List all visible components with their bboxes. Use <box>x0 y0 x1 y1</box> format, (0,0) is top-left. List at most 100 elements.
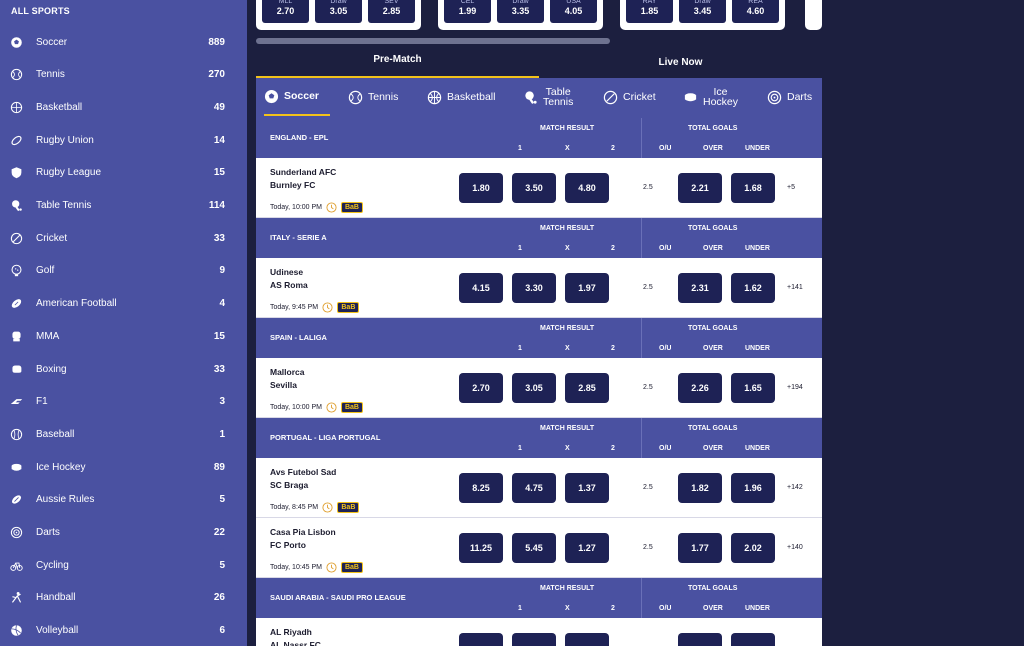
sidebar-item-label: Tennis <box>36 69 65 81</box>
odds-button-under[interactable]: 2.02 <box>731 533 775 563</box>
sport-tab-soccer[interactable]: Soccer <box>264 78 330 116</box>
odds-value: 2.85 <box>382 6 401 16</box>
golf-ball-icon <box>9 264 23 278</box>
sidebar-item-aussie-rules[interactable]: Aussie Rules 5 <box>0 484 247 516</box>
sidebar-item-basketball[interactable]: Basketball 49 <box>0 91 247 123</box>
odds-button-over[interactable]: 1.77 <box>678 533 722 563</box>
bet-builder-badge[interactable]: BaB <box>337 502 360 513</box>
odds-button-o2[interactable]: 2.85 <box>565 373 609 403</box>
sidebar-item-ice-hockey[interactable]: Ice Hockey 89 <box>0 451 247 483</box>
featured-odds-button[interactable]: Draw 3.45 <box>679 0 726 23</box>
col-1-header: 1 <box>518 145 522 152</box>
odds-button-o1[interactable] <box>459 633 503 646</box>
right-panel <box>822 0 1024 646</box>
featured-odds-button[interactable]: MLL 2.70 <box>262 0 309 23</box>
sidebar-item-cycling[interactable]: Cycling 5 <box>0 549 247 581</box>
odds-button-under[interactable]: 1.65 <box>731 373 775 403</box>
sidebar-item-baseball[interactable]: Baseball 1 <box>0 418 247 450</box>
featured-odds-button[interactable]: REA 4.60 <box>732 0 779 23</box>
odds-button-over[interactable]: 1.82 <box>678 473 722 503</box>
odds-button-ox[interactable] <box>512 633 556 646</box>
sidebar-item-mma[interactable]: MMA 15 <box>0 320 247 352</box>
sport-tab-table-tennis[interactable]: Table Tennis <box>523 78 573 116</box>
odds-button-over[interactable]: 2.31 <box>678 273 722 303</box>
odds-button-over[interactable]: 2.26 <box>678 373 722 403</box>
sport-tab-ice-hockey[interactable]: Ice Hockey <box>683 78 738 116</box>
featured-odds-button[interactable]: CEL 1.99 <box>444 0 491 23</box>
odds-button-over[interactable]: 2.21 <box>678 173 722 203</box>
odds-button-ox[interactable]: 3.30 <box>512 273 556 303</box>
odds-button-o1[interactable]: 4.15 <box>459 273 503 303</box>
sidebar-item-boxing[interactable]: Boxing 33 <box>0 353 247 385</box>
odds-button-under[interactable] <box>731 633 775 646</box>
match-row[interactable]: AL Riyadh AL Nassr FC <box>256 618 822 646</box>
odds-button-o1[interactable]: 11.25 <box>459 533 503 563</box>
sidebar-item-tennis[interactable]: Tennis 270 <box>0 59 247 91</box>
featured-odds-button[interactable]: SEV 2.85 <box>368 0 415 23</box>
odds-button-under[interactable]: 1.68 <box>731 173 775 203</box>
featured-odds-button[interactable]: USA 4.05 <box>550 0 597 23</box>
total-goals-header: TOTAL GOALS <box>688 325 738 332</box>
featured-odds-button[interactable]: Draw 3.35 <box>497 0 544 23</box>
horizontal-scrollbar[interactable] <box>256 38 610 44</box>
handball-player-icon <box>9 591 23 605</box>
sidebar-item-volleyball[interactable]: Volleyball 6 <box>0 615 247 646</box>
odds-button-under[interactable]: 1.62 <box>731 273 775 303</box>
match-row[interactable]: Avs Futebol Sad SC Braga Today, 8:45 PM BaB… <box>256 458 822 518</box>
sidebar-item-cricket[interactable]: Cricket 33 <box>0 222 247 254</box>
tab-pre-match[interactable]: Pre-Match <box>256 47 539 78</box>
sport-tab-cricket[interactable]: Cricket <box>603 78 656 116</box>
sidebar-item-handball[interactable]: Handball 26 <box>0 582 247 614</box>
sidebar-item-darts[interactable]: Darts 22 <box>0 517 247 549</box>
odds-button-o2[interactable]: 1.27 <box>565 533 609 563</box>
more-markets-link[interactable]: +140 <box>787 544 803 551</box>
more-markets-link[interactable]: +5 <box>787 184 795 191</box>
sidebar-item-f1[interactable]: F1 3 <box>0 386 247 418</box>
col-x-header: X <box>565 245 570 252</box>
odds-button-over[interactable] <box>678 633 722 646</box>
odds-button-o2[interactable]: 4.80 <box>565 173 609 203</box>
sidebar-item-table-tennis[interactable]: Table Tennis 114 <box>0 190 247 222</box>
total-goals-header: TOTAL GOALS <box>688 125 738 132</box>
match-row[interactable]: Casa Pia Lisbon FC Porto Today, 10:45 PM Ba… <box>256 518 822 578</box>
table-tennis-icon <box>525 90 537 104</box>
match-row[interactable]: Udinese AS Roma Today, 9:45 PM BaB 4.15 3.30 1… <box>256 258 822 318</box>
american-football-icon <box>9 297 23 311</box>
odds-button-ox[interactable]: 3.50 <box>512 173 556 203</box>
odds-button-ox[interactable]: 5.45 <box>512 533 556 563</box>
bet-builder-badge[interactable]: BaB <box>337 302 360 313</box>
bet-builder-badge[interactable]: BaB <box>341 562 363 573</box>
sidebar-item-label: Ice Hockey <box>36 461 86 473</box>
sidebar-item-count: 889 <box>208 36 225 48</box>
odds-button-o1[interactable]: 1.80 <box>459 173 503 203</box>
match-row[interactable]: Sunderland AFC Burnley FC Today, 10:00 PM B… <box>256 158 822 218</box>
more-markets-link[interactable]: +141 <box>787 284 803 291</box>
featured-odds-button[interactable]: Draw 3.05 <box>315 0 362 23</box>
odds-button-o2[interactable] <box>565 633 609 646</box>
featured-odds-button[interactable]: RAY 1.85 <box>626 0 673 23</box>
bet-builder-badge[interactable]: BaB <box>341 202 363 213</box>
bet-builder-badge[interactable]: BaB <box>341 402 363 413</box>
sport-tab-tennis[interactable]: Tennis <box>348 78 398 116</box>
sidebar-item-american-football[interactable]: American Football 4 <box>0 288 247 320</box>
odds-button-ox[interactable]: 4.75 <box>512 473 556 503</box>
match-row[interactable]: Mallorca Sevilla Today, 10:00 PM BaB 2.70 3.0… <box>256 358 822 418</box>
odds-button-o2[interactable]: 1.97 <box>565 273 609 303</box>
odds-button-ox[interactable]: 3.05 <box>512 373 556 403</box>
sidebar-item-soccer[interactable]: Soccer 889 <box>0 26 247 58</box>
sport-tab-darts[interactable]: Darts <box>767 78 812 116</box>
odds-button-o2[interactable]: 1.37 <box>565 473 609 503</box>
sidebar-item-rugby-league[interactable]: Rugby League 15 <box>0 157 247 189</box>
tab-live-now[interactable]: Live Now <box>539 47 822 78</box>
odds-button-o1[interactable]: 8.25 <box>459 473 503 503</box>
more-markets-link[interactable]: +142 <box>787 484 803 491</box>
volleyball-icon <box>9 624 23 638</box>
home-team: Avs Futebol Sad <box>270 467 337 477</box>
sidebar-item-count: 9 <box>219 265 225 277</box>
odds-button-o1[interactable]: 2.70 <box>459 373 503 403</box>
sport-tab-basketball[interactable]: Basketball <box>427 78 495 116</box>
sidebar-item-golf[interactable]: Golf 9 <box>0 255 247 287</box>
more-markets-link[interactable]: +194 <box>787 384 803 391</box>
sidebar-item-rugby-union[interactable]: Rugby Union 14 <box>0 124 247 156</box>
odds-button-under[interactable]: 1.96 <box>731 473 775 503</box>
